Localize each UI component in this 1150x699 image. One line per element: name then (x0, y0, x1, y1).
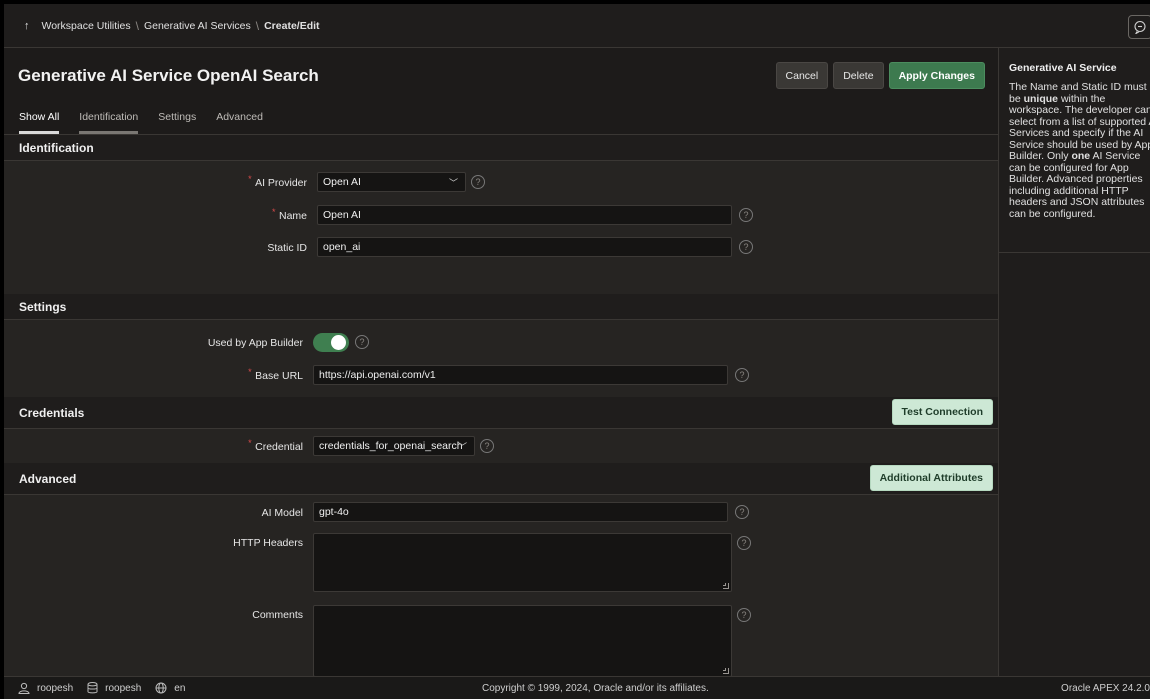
help-icon[interactable]: ? (735, 368, 749, 382)
base-url-input[interactable]: https://api.openai.com/v1 (313, 365, 728, 385)
test-connection-button[interactable]: Test Connection (891, 399, 993, 425)
cancel-button[interactable]: Cancel (775, 62, 829, 89)
breadcrumb-workspace-utilities[interactable]: Workspace Utilities (42, 20, 131, 32)
chat-icon (1134, 20, 1146, 34)
identification-title: Identification (19, 140, 94, 155)
user-icon (18, 682, 30, 694)
help-icon[interactable]: ? (739, 240, 753, 254)
name-row: * Name Open AI ? (4, 205, 998, 227)
help-panel-title: Generative AI Service (1009, 62, 1117, 74)
name-input[interactable]: Open AI (317, 205, 732, 225)
chevron-down-icon: ﹀ (457, 442, 467, 452)
used-by-app-builder-row: Used by App Builder ? (4, 332, 998, 354)
footer-language[interactable]: en (155, 682, 185, 694)
region-tabs: Show All Identification Settings Advance… (4, 103, 998, 135)
help-panel: Generative AI Service The Name and Stati… (998, 48, 1150, 676)
advanced-heading: Advanced Additional Attributes (4, 463, 998, 495)
credentials-region: * Credential credentials_for_openai_searc… (4, 429, 998, 463)
up-arrow-icon[interactable]: ↑ (24, 20, 30, 32)
ai-provider-label: * AI Provider (248, 174, 307, 189)
help-icon[interactable]: ? (471, 175, 485, 189)
credentials-title: Credentials (19, 405, 85, 420)
credential-row: * Credential credentials_for_openai_searc… (4, 436, 998, 458)
breadcrumb-current: Create/Edit (264, 19, 320, 32)
help-icon[interactable]: ? (735, 505, 749, 519)
toggle-knob (331, 335, 346, 350)
additional-attributes-button[interactable]: Additional Attributes (869, 465, 993, 491)
required-marker: * (271, 207, 276, 217)
app-frame: ↑ Workspace Utilities \ Generative AI Se… (4, 4, 1150, 699)
help-icon[interactable]: ? (480, 439, 494, 453)
chevron-down-icon: ﹀ (448, 178, 458, 188)
footer-user[interactable]: roopesh (18, 682, 73, 694)
comments-label: Comments (252, 609, 303, 621)
tab-identification[interactable]: Identification (79, 111, 139, 134)
apply-changes-button[interactable]: Apply Changes (888, 62, 985, 89)
base-url-row: * Base URL https://api.openai.com/v1 ? (4, 365, 998, 387)
breadcrumb: ↑ Workspace Utilities \ Generative AI Se… (4, 4, 1150, 48)
action-buttons: Cancel Delete Apply Changes (775, 62, 985, 89)
http-headers-row: HTTP Headers ? (4, 533, 998, 592)
help-icon[interactable]: ? (737, 536, 751, 550)
help-icon[interactable]: ? (737, 608, 751, 622)
required-marker: * (248, 367, 252, 377)
breadcrumb-separator: \ (255, 18, 260, 33)
ai-provider-row: * AI Provider Open AI ﹀ ? (4, 172, 998, 194)
used-by-app-builder-label: Used by App Builder (207, 337, 303, 349)
advanced-region: AI Model gpt-4o ? HTTP Headers ? Comment… (4, 495, 998, 682)
name-label: * Name (271, 207, 307, 222)
static-id-label: Static ID (267, 242, 307, 254)
identification-region: * AI Provider Open AI ﹀ ? * Name Open AI ?… (4, 161, 998, 294)
resize-handle[interactable] (723, 583, 729, 589)
footer-workspace[interactable]: roopesh (87, 682, 141, 694)
help-icon[interactable]: ? (739, 208, 753, 222)
tab-settings[interactable]: Settings (158, 111, 196, 134)
ai-provider-select[interactable]: Open AI ﹀ (317, 172, 466, 192)
database-icon (87, 682, 98, 694)
ai-model-row: AI Model gpt-4o ? (4, 502, 998, 524)
main-content: Generative AI Service OpenAI Search Canc… (4, 48, 998, 682)
advanced-title: Advanced (19, 471, 77, 486)
chat-button[interactable] (1128, 15, 1150, 39)
comments-textarea[interactable] (313, 605, 732, 677)
static-id-row: Static ID open_ai ? (4, 237, 998, 259)
breadcrumb-separator: \ (135, 18, 139, 33)
base-url-label: * Base URL (248, 367, 303, 382)
version-text: Oracle APEX 24.2.0 (1061, 682, 1150, 694)
tab-advanced[interactable]: Advanced (216, 111, 263, 134)
credential-select[interactable]: credentials_for_openai_search ﹀ (313, 436, 475, 456)
required-marker: * (248, 438, 252, 448)
identification-heading: Identification (4, 135, 998, 161)
breadcrumb-generative-ai-services[interactable]: Generative AI Services (144, 20, 251, 32)
ai-model-label: AI Model (261, 507, 303, 519)
ai-model-input[interactable]: gpt-4o (313, 502, 728, 522)
settings-region: Used by App Builder ? * Base URL https://… (4, 320, 998, 397)
http-headers-textarea[interactable] (313, 533, 732, 592)
divider (999, 252, 1150, 253)
delete-button[interactable]: Delete (833, 62, 884, 89)
settings-title: Settings (19, 299, 67, 314)
credentials-heading: Credentials Test Connection (4, 397, 998, 429)
title-bar: Generative AI Service OpenAI Search Canc… (4, 48, 998, 103)
help-icon[interactable]: ? (355, 335, 369, 349)
credential-label: * Credential (248, 438, 303, 453)
resize-handle[interactable] (723, 668, 729, 674)
tab-show-all[interactable]: Show All (19, 111, 60, 134)
footer: roopesh roopesh en Copyright © 1999, 202… (4, 676, 1150, 699)
used-by-app-builder-toggle[interactable] (313, 333, 349, 352)
settings-heading: Settings (4, 294, 998, 320)
page-title: Generative AI Service OpenAI Search (18, 65, 319, 85)
help-panel-text: The Name and Static ID must be unique wi… (1009, 81, 1150, 220)
globe-icon (155, 682, 167, 694)
copyright-text: Copyright © 1999, 2024, Oracle and/or it… (482, 682, 709, 694)
http-headers-label: HTTP Headers (233, 537, 303, 549)
required-marker: * (248, 174, 252, 184)
comments-row: Comments ? (4, 605, 998, 677)
static-id-input[interactable]: open_ai (317, 237, 732, 257)
